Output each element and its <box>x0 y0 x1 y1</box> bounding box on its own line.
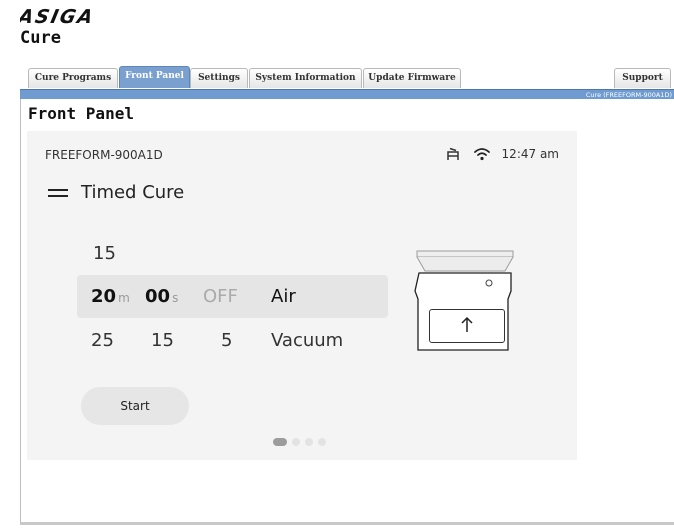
page-title: Front Panel <box>28 104 134 123</box>
arrow-up-icon <box>461 316 473 332</box>
start-button[interactable]: Start <box>81 387 189 425</box>
tab-front-panel[interactable]: Front Panel <box>119 66 190 88</box>
page-indicator <box>273 438 331 446</box>
page-dot-2[interactable] <box>292 438 300 446</box>
page-dot-4[interactable] <box>318 438 326 446</box>
minutes-value: 20 <box>91 286 117 307</box>
panel-shadow <box>20 522 674 525</box>
picker-seconds-below[interactable]: 15 <box>151 330 174 351</box>
app-title: Cure <box>20 28 61 48</box>
brand-text: ASIGA <box>20 6 97 26</box>
front-panel-container: Front Panel FREEFORM-900A1D 12:47 am Tim… <box>20 99 674 524</box>
picker-atmosphere-selected[interactable]: Air <box>271 286 296 307</box>
tab-support[interactable]: Support <box>614 68 671 88</box>
picker-setting-selected[interactable]: OFF <box>203 286 238 307</box>
picker-minutes-below[interactable]: 25 <box>91 330 114 351</box>
mode-title: Timed Cure <box>81 182 185 203</box>
minutes-unit: m <box>118 291 130 305</box>
lift-button[interactable] <box>429 309 505 343</box>
device-name: FREEFORM-900A1D <box>45 148 163 162</box>
tab-system-information[interactable]: System Information <box>249 68 362 88</box>
status-icons: 12:47 am <box>446 146 559 162</box>
picker-setting-below[interactable]: 5 <box>221 330 232 351</box>
tab-update-firmware[interactable]: Update Firmware <box>363 68 461 88</box>
menu-icon[interactable] <box>47 186 69 200</box>
page-dot-3[interactable] <box>305 438 313 446</box>
clock-time: 12:47 am <box>501 147 559 161</box>
page-dot-1[interactable] <box>273 438 287 446</box>
lamp-icon <box>446 147 459 160</box>
tab-settings[interactable]: Settings <box>190 68 248 88</box>
picker-seconds-selected[interactable]: 00 s <box>145 286 178 307</box>
picker-minutes-selected[interactable]: 20 m <box>91 286 130 307</box>
asiga-logo: ASIGA <box>20 6 97 26</box>
seconds-value: 00 <box>145 286 171 307</box>
device-screen: FREEFORM-900A1D 12:47 am Timed Cure 15 2… <box>27 131 577 460</box>
seconds-unit: s <box>172 291 179 305</box>
picker-atmosphere-below[interactable]: Vacuum <box>271 330 343 351</box>
wifi-icon <box>473 148 490 161</box>
picker-minutes-above[interactable]: 15 <box>93 243 116 264</box>
tab-cure-programs[interactable]: Cure Programs <box>28 68 118 88</box>
